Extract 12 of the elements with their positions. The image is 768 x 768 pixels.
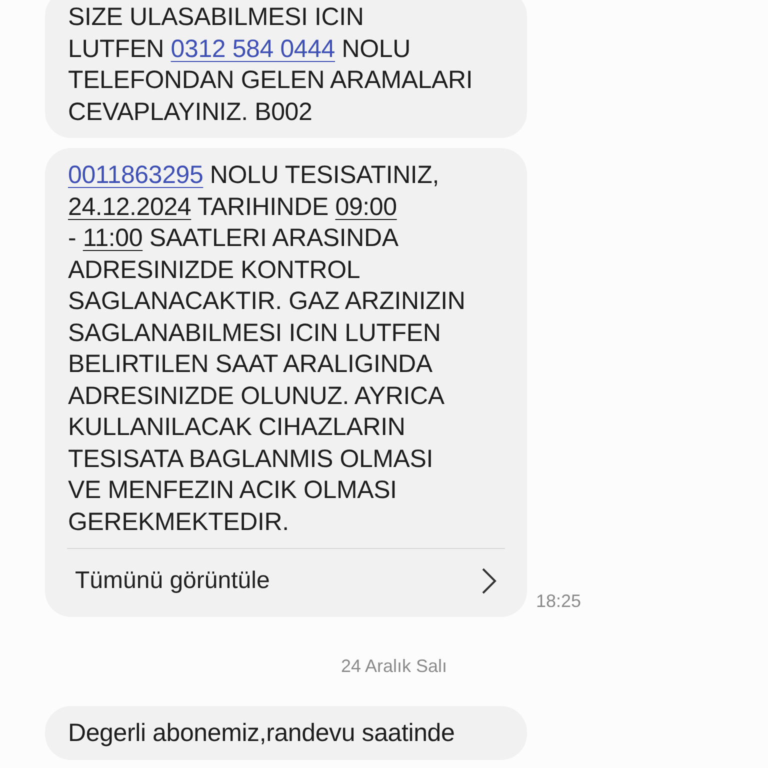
date-link[interactable]: 11:00 xyxy=(82,224,143,252)
chevron-right-icon xyxy=(481,567,497,595)
message-text: SIZE ULASABILMESI ICIN LUTFEN 0312 584 0444 NOLU TELEFONDAN GELEN ARAMALARI CEVAPLAYINIZ. B002 xyxy=(67,2,474,128)
message-text: Degerli abonemiz,randevu saatinde xyxy=(67,718,456,749)
date-link[interactable]: 09:00 xyxy=(335,192,397,220)
view-all-button[interactable]: Tümünü görüntüle xyxy=(45,549,527,607)
date-separator: 24 Aralık Salı xyxy=(340,655,448,678)
message-time: 18:25 xyxy=(536,590,582,613)
message-text: 0011863295 NOLU TESISATINIZ, 24.12.2024 TARIHINDE 09:00 - 11:00 SAATLERI ARASINDA ADRESINIZDE KONTROL SAGLANACAKTIR. GAZ ARZINIZIN SAGLANABILMESI ICIN LUTFEN BELIRTILEN SAAT ARALIGINDA ADRESINIZDE OLUNUZ. AYRICA KULLANILACAK CIHAZLARIN TESISATA BAGLANMIS OLMASI VE MENFEZIN ACIK OLMASI GEREKMEKTEDIR. xyxy=(67,160,466,538)
date-link[interactable]: 24.12.2024 xyxy=(68,192,192,220)
phone-link[interactable]: 0011863295 xyxy=(68,161,204,189)
phone-link[interactable]: 0312 584 0444 xyxy=(170,34,336,62)
